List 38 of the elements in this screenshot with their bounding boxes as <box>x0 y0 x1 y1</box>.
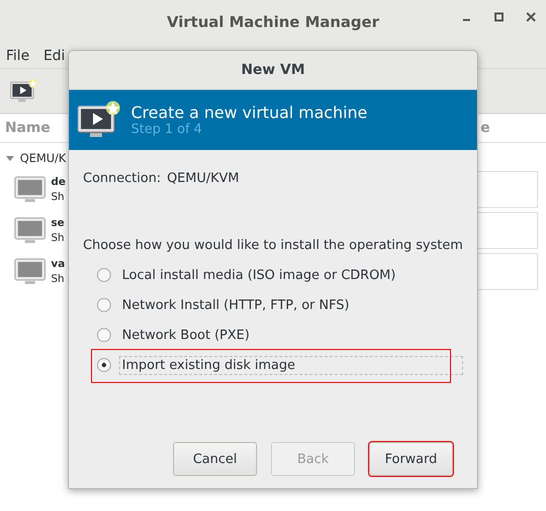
install-option[interactable]: Local install media (ISO image or CDROM) <box>119 266 463 284</box>
monitor-icon <box>14 216 46 244</box>
install-option[interactable]: Network Install (HTTP, FTP, or NFS) <box>119 296 463 314</box>
radio-button[interactable] <box>97 298 111 312</box>
banner-heading: Create a new virtual machine <box>131 103 368 122</box>
vm-status: Sh <box>51 230 64 246</box>
close-icon[interactable] <box>526 12 536 22</box>
usage-graph <box>476 171 538 208</box>
install-option[interactable]: Network Boot (PXE) <box>119 326 463 344</box>
expander-icon[interactable] <box>5 154 15 162</box>
radio-button[interactable] <box>97 328 111 342</box>
install-option[interactable]: Import existing disk image <box>119 356 463 374</box>
vm-status: Sh <box>51 190 64 204</box>
window-title: Virtual Machine Manager <box>166 13 380 31</box>
usage-graph <box>476 212 538 249</box>
radio-button[interactable] <box>97 358 111 372</box>
usage-graph <box>476 253 538 290</box>
connection-label[interactable]: QEMU/K <box>20 151 66 165</box>
menu-item[interactable]: Edi <box>43 48 66 64</box>
dialog-button[interactable]: Cancel <box>173 442 257 476</box>
monitor-star-icon <box>10 78 38 104</box>
menu-item[interactable]: File <box>6 48 30 64</box>
step-label: Step 1 of 4 <box>131 122 204 137</box>
monitor-icon <box>14 176 46 204</box>
connection-label: Connection: <box>83 171 161 186</box>
vm-name: va <box>51 256 65 272</box>
monitor-star-icon <box>77 100 121 140</box>
dialog-button[interactable]: Forward <box>369 442 453 476</box>
connection-value: QEMU/KVM <box>166 171 240 186</box>
vm-name: de <box>51 174 66 190</box>
dialog-title: New VM <box>241 62 305 78</box>
maximize-icon[interactable] <box>494 12 504 22</box>
new-vm-button[interactable] <box>10 78 38 104</box>
install-prompt: Choose how you would like to install the operating system <box>83 238 463 253</box>
radio-button[interactable] <box>97 268 111 282</box>
vm-status: Sh <box>51 272 64 286</box>
monitor-icon <box>14 258 46 286</box>
vm-name: se <box>51 216 64 230</box>
